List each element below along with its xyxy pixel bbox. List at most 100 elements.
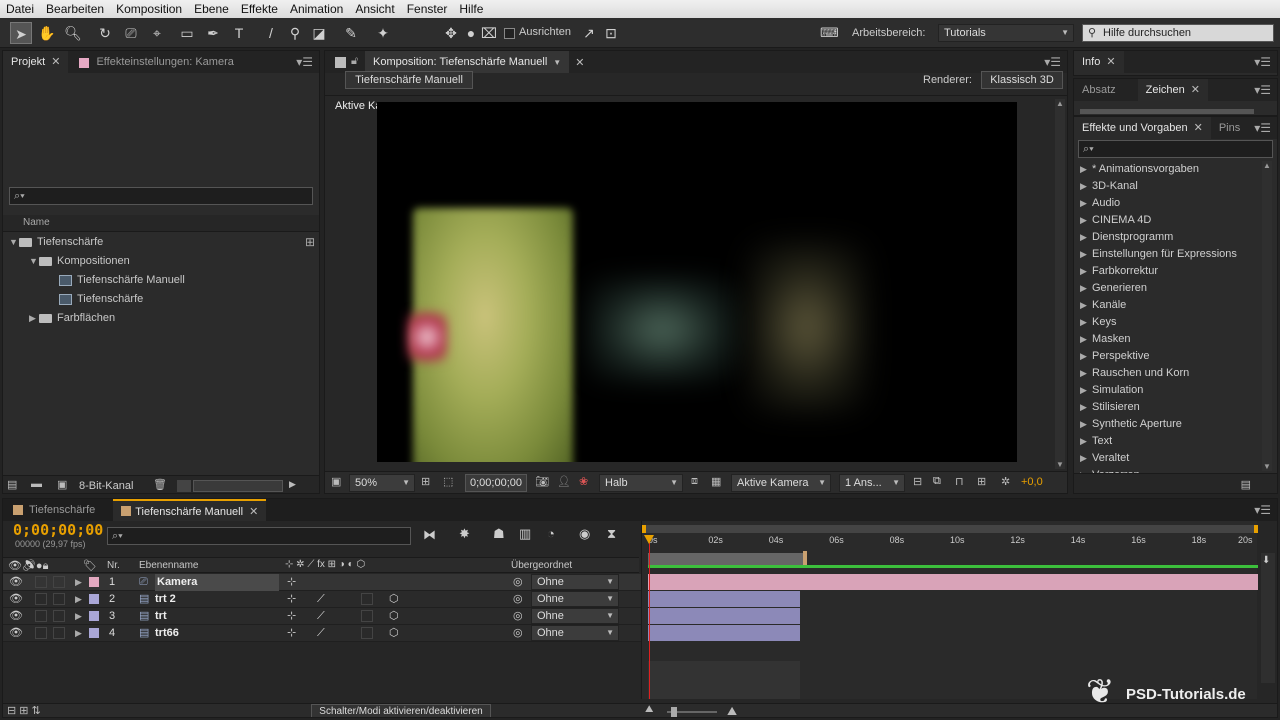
panel-menu-icon[interactable]: ▾☰ <box>296 55 313 69</box>
toggle-switches-modes-button[interactable]: Schalter/Modi aktivieren/deaktivieren <box>311 704 491 717</box>
adjustment-switch[interactable] <box>361 610 373 622</box>
layer-row[interactable]: 👁︎ ▶ 1 ⎚ Kamera ⊹ ◎ Ohne <box>3 574 641 591</box>
chevron-right-icon[interactable]: ▶ <box>1080 195 1090 212</box>
tab-character[interactable]: Zeichen ✕ <box>1137 79 1208 101</box>
chevron-right-icon[interactable]: ▶ <box>29 309 39 327</box>
rectangle-tool-icon[interactable]: ▭ <box>176 22 198 44</box>
chevron-right-icon[interactable]: ▶ <box>1080 314 1090 331</box>
parent-dropdown[interactable]: Ohne <box>531 591 619 607</box>
effects-category[interactable]: ▶ * Animationsvorgaben <box>1080 161 1199 178</box>
new-folder-icon[interactable]: ▬ <box>31 478 42 490</box>
fast-previews-icon[interactable]: ⧉ <box>933 475 941 488</box>
snap-icon[interactable]: ↗ <box>578 22 600 44</box>
work-area-bar[interactable] <box>648 551 807 567</box>
shy-switch-icon[interactable]: ⊹ <box>287 591 296 608</box>
project-item[interactable]: ▼ Kompositionen <box>29 252 130 270</box>
pick-whip-icon[interactable]: ◎ <box>513 591 523 608</box>
effects-category[interactable]: ▶ Audio <box>1080 195 1120 212</box>
comp-viewer-canvas[interactable] <box>377 102 1017 462</box>
panel-scrollbar[interactable] <box>1080 109 1254 114</box>
hand-tool-icon[interactable]: ✋ <box>36 22 58 44</box>
3d-layer-icon[interactable]: ⬡ <box>389 625 399 642</box>
bit-depth-button[interactable]: 8-Bit-Kanal <box>79 480 133 492</box>
parent-dropdown[interactable]: Ohne <box>531 625 619 641</box>
effects-category[interactable]: ▶ Dienstprogramm <box>1080 229 1173 246</box>
project-item[interactable]: ▼ Tiefenschärfe <box>9 233 103 251</box>
chevron-right-icon[interactable]: ▶ <box>1080 382 1090 399</box>
axis-mode-icon[interactable]: ✥ <box>440 22 462 44</box>
3d-layer-icon[interactable]: ⬡ <box>389 608 399 625</box>
close-icon[interactable]: ✕ <box>575 56 584 69</box>
viewer-scrollbar[interactable]: ▲ ▼ <box>1055 99 1065 469</box>
tab-pins[interactable]: Pins <box>1211 117 1248 139</box>
menu-item-ebene[interactable]: Ebene <box>188 2 235 16</box>
chevron-right-icon[interactable]: ▶ <box>1080 263 1090 280</box>
motion-blur-icon[interactable]: ◔ <box>547 526 555 541</box>
text-tool-icon[interactable]: T <box>228 22 250 44</box>
frame-blending-icon[interactable]: ▥ <box>519 526 531 542</box>
camera-view-dropdown[interactable]: Aktive Kamera <box>731 474 831 492</box>
region-of-interest-icon[interactable]: ⧈ <box>691 475 698 488</box>
effects-category[interactable]: ▶ Generieren <box>1080 280 1147 297</box>
new-preset-icon[interactable]: ▤ <box>1241 478 1251 491</box>
effects-category[interactable]: ▶ Stilisieren <box>1080 399 1140 416</box>
current-time-display[interactable]: 0;00;00;00 <box>465 474 527 492</box>
effects-category[interactable]: ▶ Masken <box>1080 331 1131 348</box>
tab-composition[interactable]: Komposition: Tiefenschärfe Manuell ▼ <box>365 51 570 73</box>
snapshot-icon[interactable]: 📷︎ <box>535 475 549 488</box>
adjustment-switch[interactable] <box>361 593 373 605</box>
timeline-icon[interactable]: ⊓ <box>955 475 964 488</box>
panel-menu-icon[interactable]: ▾☰ <box>1254 121 1271 135</box>
layer-duration-bar[interactable] <box>648 574 1258 590</box>
effects-category[interactable]: ▶ Kanäle <box>1080 297 1126 314</box>
effects-category[interactable]: ▶ 3D-Kanal <box>1080 178 1138 195</box>
layer-name-column-header[interactable]: Ebenenname <box>139 560 199 571</box>
menu-item-bearbeiten[interactable]: Bearbeiten <box>40 2 110 16</box>
time-navigator[interactable] <box>642 525 1258 533</box>
solo-toggle[interactable] <box>35 576 47 588</box>
scroll-left-button[interactable] <box>177 480 191 492</box>
pick-whip-icon[interactable]: ◎ <box>513 608 523 625</box>
quality-switch-icon[interactable]: ⟋ <box>317 625 325 642</box>
brush-tool-icon[interactable]: / <box>260 22 282 44</box>
transparency-grid-icon[interactable]: ▦ <box>711 475 721 488</box>
layer-label-swatch[interactable] <box>89 611 99 621</box>
snap-target-icon[interactable]: ⊡ <box>600 22 622 44</box>
time-ruler[interactable]: 0s 02s 04s 06s 08s 10s 12s 14s 16s 18s 20s <box>642 535 1258 551</box>
flowchart-icon[interactable]: ⊞ <box>305 235 315 249</box>
parent-column-header[interactable]: Übergeordnet <box>511 560 572 571</box>
effects-category[interactable]: ▶ Synthetic Aperture <box>1080 416 1182 433</box>
zoom-tool-icon[interactable]: 🔍︎ <box>62 22 84 44</box>
selection-tool-icon[interactable]: ➤ <box>10 22 32 44</box>
view-axis-icon[interactable]: ⌧ <box>478 22 500 44</box>
scroll-right-icon[interactable]: ▶ <box>289 479 296 490</box>
align-checkbox[interactable] <box>504 28 515 39</box>
always-preview-icon[interactable]: ▣ <box>331 475 341 488</box>
layer-duration-bar[interactable] <box>648 608 800 624</box>
show-snapshot-icon[interactable]: 👤︎ <box>557 475 571 488</box>
pick-whip-icon[interactable]: ◎ <box>513 574 523 591</box>
chevron-right-icon[interactable]: ▶ <box>1080 365 1090 382</box>
tab-project[interactable]: Projekt ✕ <box>3 51 69 73</box>
trash-icon[interactable]: 🗑︎ <box>153 478 167 491</box>
layer-name[interactable]: trt <box>155 608 167 625</box>
effects-category[interactable]: ▶ Rauschen und Korn <box>1080 365 1189 382</box>
chevron-right-icon[interactable]: ▶ <box>1080 399 1090 416</box>
playhead-line[interactable] <box>649 535 650 699</box>
effects-scrollbar[interactable]: ▲ ▼ <box>1262 161 1272 471</box>
flowchart-icon[interactable]: ⊞ <box>977 475 986 488</box>
layer-label-swatch[interactable] <box>89 594 99 604</box>
solo-toggle[interactable] <box>35 593 47 605</box>
pen-tool-icon[interactable]: ✒ <box>202 22 224 44</box>
shy-switch-icon[interactable]: ⊹ <box>287 574 296 591</box>
toggle-pixel-aspect-icon[interactable]: ⊟ <box>913 475 922 488</box>
time-graph[interactable]: 0s 02s 04s 06s 08s 10s 12s 14s 16s 18s 20s <box>641 521 1258 699</box>
project-item[interactable]: Tiefenschärfe <box>49 290 143 308</box>
help-search-input[interactable]: ⚲ Hilfe durchsuchen <box>1082 24 1274 42</box>
chevron-right-icon[interactable]: ▶ <box>75 591 82 608</box>
chevron-down-icon[interactable]: ▼ <box>9 233 19 251</box>
project-item[interactable]: Tiefenschärfe Manuell <box>49 271 185 289</box>
quality-switch-icon[interactable]: ⟋ <box>317 591 325 608</box>
panel-menu-icon[interactable]: ▾☰ <box>1254 55 1271 69</box>
zoom-out-icon[interactable]: ⛰ <box>645 704 653 715</box>
